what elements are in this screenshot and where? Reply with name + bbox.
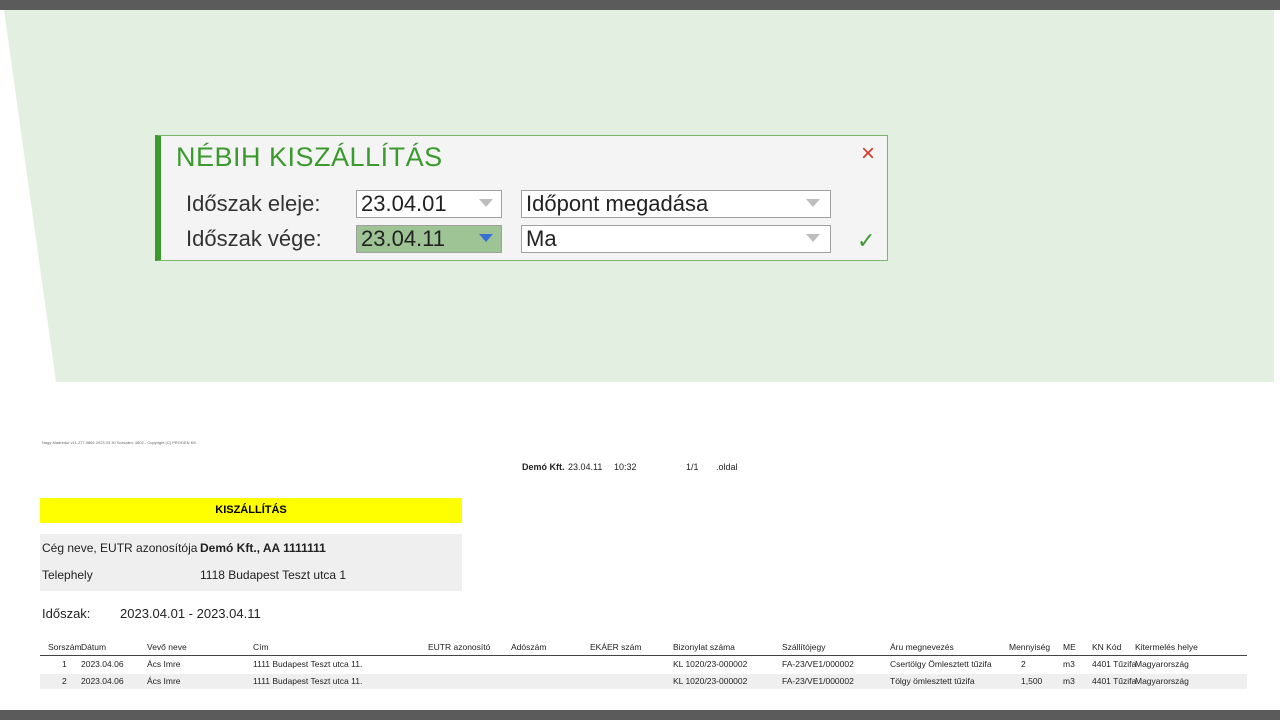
start-date-field[interactable]: 23.04.01 — [356, 190, 502, 218]
column-header[interactable]: Szállítójegy — [782, 642, 825, 652]
column-header[interactable]: Sorszám — [48, 642, 82, 652]
bottom-frame-bar — [0, 710, 1280, 720]
report-preview: Nagy Madredor v11.277.9866 2023 03 30 So… — [0, 382, 1280, 710]
top-frame-bar — [0, 0, 1280, 10]
nebih-dialog: NÉBIH KISZÁLLÍTÁS × Időszak eleje: 23.04… — [155, 135, 888, 261]
table-row[interactable]: 1 2023.04.06 Ács Imre 1111 Budapest Teszt u… — [40, 657, 1247, 672]
table-cell: Magyarország — [1135, 659, 1189, 669]
table-cell: Tölgy ömlesztett tűzifa — [890, 676, 975, 686]
column-header[interactable]: Vevő neve — [147, 642, 187, 652]
site-value: 1118 Budapest Teszt utca 1 — [200, 568, 347, 582]
start-date-value: 23.04.01 — [361, 191, 447, 216]
company-value: Demó Kft., AA 1111111 — [200, 541, 326, 555]
report-date: 23.04.11 — [568, 462, 603, 472]
column-header[interactable]: ME — [1063, 642, 1076, 652]
decorative-slant — [4, 10, 56, 382]
table-cell: 1111 Budapest Teszt utca 11. — [253, 659, 363, 669]
table-cell: 1 — [62, 659, 67, 669]
table-cell: 2023.04.06 — [81, 676, 124, 686]
column-header[interactable]: Dátum — [81, 642, 106, 652]
column-header[interactable]: Cím — [253, 642, 269, 652]
table-cell: FA-23/VE1/000002 — [782, 676, 854, 686]
end-label: Időszak vége: — [186, 226, 322, 251]
chevron-down-icon[interactable] — [479, 199, 493, 207]
table-cell: 2023.04.06 — [81, 659, 124, 669]
end-mode-select[interactable]: Ma — [521, 225, 831, 253]
table-cell: KL 1020/23-000002 — [673, 676, 748, 686]
report-time: 10:32 — [614, 462, 637, 472]
column-header[interactable]: KN Kód — [1092, 642, 1121, 652]
period-value: 2023.04.01 - 2023.04.11 — [120, 606, 261, 621]
end-date-field[interactable]: 23.04.11 — [356, 225, 502, 253]
table-cell: Ács Imre — [147, 659, 181, 669]
chevron-down-icon[interactable] — [479, 234, 493, 242]
company-label: Cég neve, EUTR azonosítója — [42, 541, 198, 555]
table-cell: KL 1020/23-000002 — [673, 659, 748, 669]
column-header[interactable]: Bizonylat száma — [673, 642, 735, 652]
table-cell: 2 — [62, 676, 67, 686]
column-header[interactable]: EKÁER szám — [590, 642, 642, 652]
chevron-down-icon[interactable] — [806, 234, 820, 242]
chevron-down-icon[interactable] — [806, 199, 820, 207]
table-cell: m3 — [1063, 676, 1075, 686]
report-page-label: .oldal — [716, 462, 738, 472]
company-info-block: Cég neve, EUTR azonosítója Demó Kft., AA… — [40, 534, 462, 591]
table-cell: 2 — [1021, 659, 1026, 669]
end-mode-value: Ma — [526, 226, 557, 251]
report-page: 1/1 — [686, 462, 699, 472]
site-label: Telephely — [42, 568, 93, 582]
column-header[interactable]: Mennyiség — [1009, 642, 1050, 652]
table-cell: FA-23/VE1/000002 — [782, 659, 854, 669]
column-header[interactable]: Áru megnevezés — [890, 642, 954, 652]
table-row[interactable]: 2 2023.04.06 Ács Imre 1111 Budapest Teszt u… — [40, 674, 1247, 689]
table-cell: Ács Imre — [147, 676, 181, 686]
confirm-check-icon[interactable]: ✓ — [857, 228, 875, 254]
table-cell: Magyarország — [1135, 676, 1189, 686]
table-cell: 1111 Budapest Teszt utca 11. — [253, 676, 363, 686]
table-header-divider — [40, 655, 1247, 656]
column-header[interactable]: Adószám — [511, 642, 546, 652]
end-date-value: 23.04.11 — [361, 226, 446, 251]
table-cell: Csertölgy Ömlesztett tűzifa — [890, 659, 992, 669]
report-title: KISZÁLLÍTÁS — [40, 498, 462, 523]
period-label: Időszak: — [42, 606, 91, 621]
close-icon[interactable]: × — [861, 142, 875, 166]
column-header[interactable]: EUTR azonosító — [428, 642, 490, 652]
start-mode-value: Időpont megadása — [526, 191, 709, 216]
table-cell: 4401 Tűzifa — [1092, 659, 1137, 669]
table-cell: m3 — [1063, 659, 1075, 669]
dialog-title: NÉBIH KISZÁLLÍTÁS — [176, 142, 443, 172]
column-header[interactable]: Kitermelés helye — [1135, 642, 1198, 652]
table-cell: 4401 Tűzifa — [1092, 676, 1137, 686]
start-mode-select[interactable]: Időpont megadása — [521, 190, 831, 218]
report-meta-small: Nagy Madredor v11.277.9866 2023 03 30 So… — [42, 440, 197, 445]
report-company-short: Demó Kft. — [522, 462, 565, 472]
start-label: Időszak eleje: — [186, 191, 321, 216]
table-cell: 1,500 — [1021, 676, 1043, 686]
